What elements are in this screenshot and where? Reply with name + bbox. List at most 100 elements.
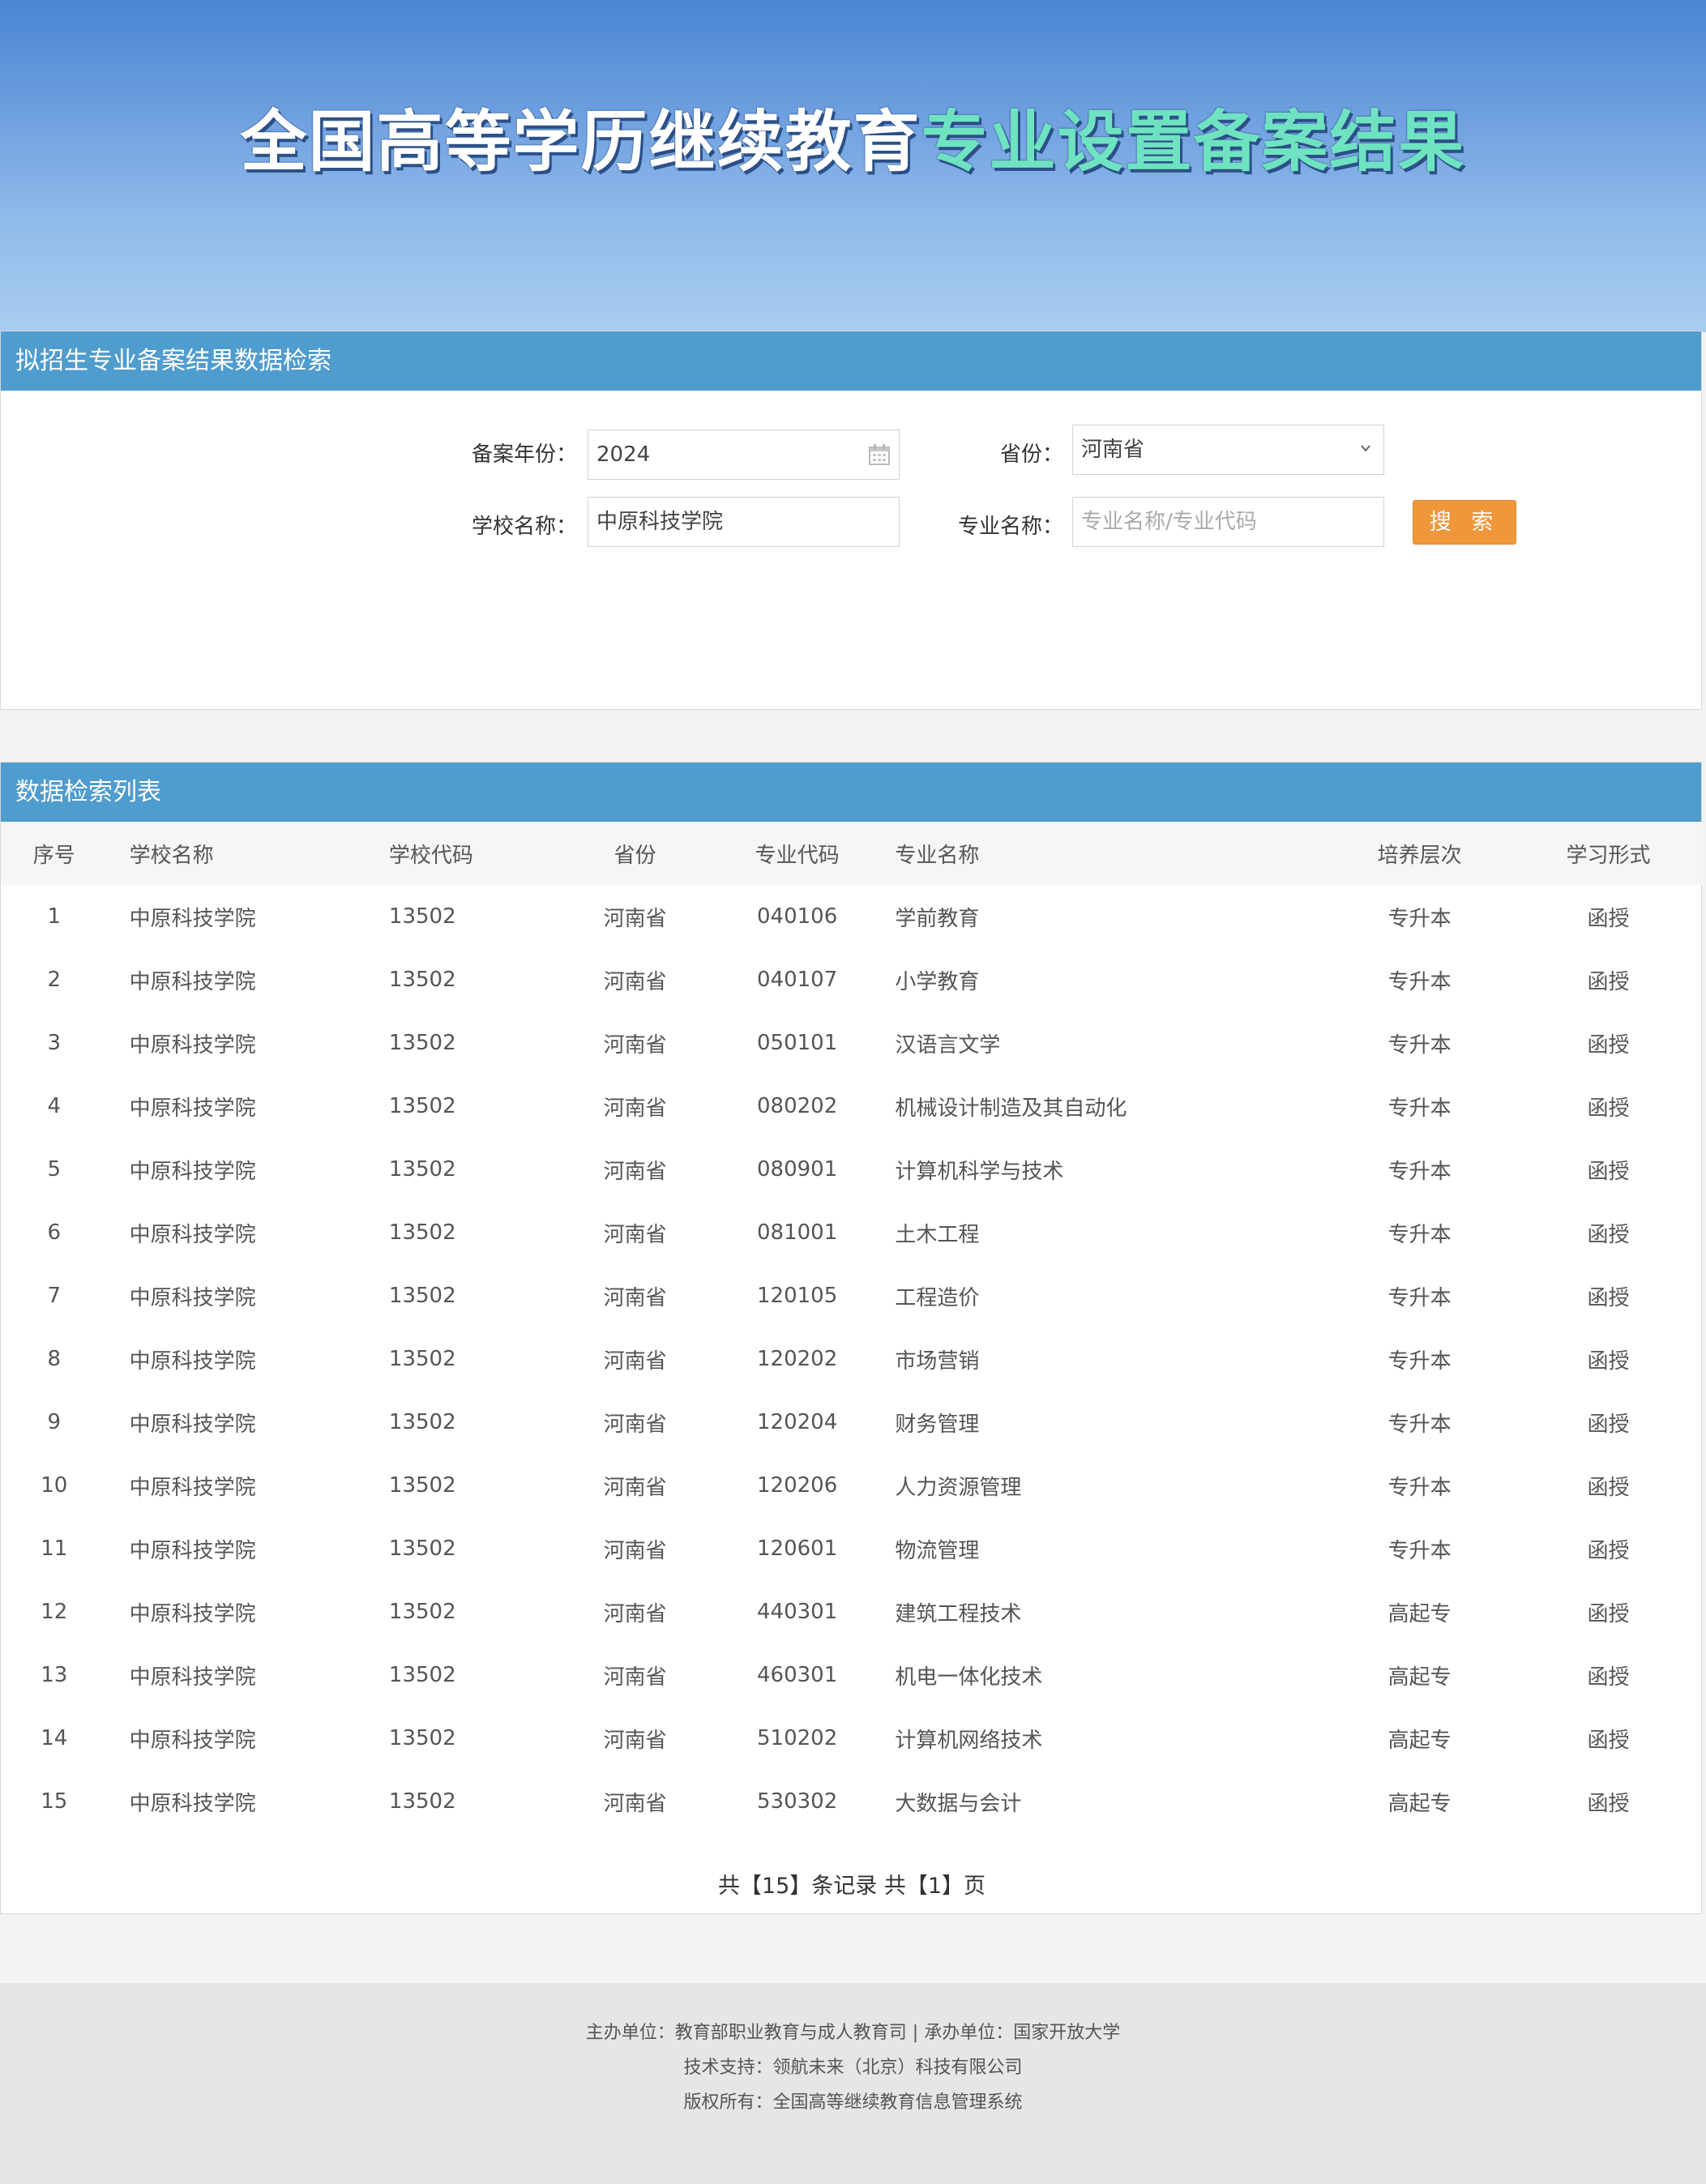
training-level-cell: 专升本 [1387,1348,1452,1374]
search-button[interactable]: 搜 索 [1413,500,1516,545]
school-name-cell: 中原科技学院 [129,1601,256,1626]
row-index-cell: 10 [41,1473,68,1498]
province-value: 河南省 [1081,438,1145,462]
school-code-cell: 13502 [388,1347,456,1371]
school-code-cell: 13502 [388,1789,456,1814]
school-name-cell: 中原科技学院 [129,1412,256,1437]
study-form-cell: 函授 [1587,1601,1630,1626]
row-index-cell: 3 [47,1031,62,1055]
row-index-cell: 7 [47,1284,62,1308]
study-form-cell: 函授 [1587,1791,1630,1816]
major-code-cell: 040107 [757,968,838,992]
col-header-study-form: 学习形式 [1514,822,1703,885]
table-row: 8 中原科技学院 13502 河南省 120202 市场营销 专升本 函授 [1,1327,1703,1391]
study-form-cell: 函授 [1587,1412,1630,1437]
table-header-row: 序号 学校名称 学校代码 省份 专业代码 专业名称 培养层次 学习形式 [1,822,1703,885]
province-select[interactable]: 河南省 [1072,425,1384,475]
training-level-cell: 高起专 [1387,1728,1452,1753]
school-name-cell: 中原科技学院 [129,1159,256,1184]
study-form-cell: 函授 [1587,1159,1630,1184]
col-header-level: 培养层次 [1325,822,1515,885]
school-name-cell: 中原科技学院 [129,1096,256,1121]
major-code-cell: 120601 [757,1536,838,1561]
table-row: 13 中原科技学院 13502 河南省 460301 机电一体化技术 高起专 函授 [1,1643,1703,1707]
province-cell: 河南省 [603,1222,667,1247]
search-panel-heading: 拟招生专业备案结果数据检索 [1,331,1701,391]
province-label: 省份： [999,442,1063,467]
row-index-cell: 8 [47,1347,62,1371]
school-name-cell: 中原科技学院 [129,906,256,931]
results-table: 序号 学校名称 学校代码 省份 专业代码 专业名称 培养层次 学习形式 1 中原科… [1,822,1703,1833]
school-code-cell: 13502 [388,1031,456,1055]
major-name-cell: 机电一体化技术 [895,1665,1043,1690]
year-field[interactable]: 2024 [588,430,900,480]
study-form-cell: 函授 [1587,1285,1630,1310]
school-label: 学校名称： [471,515,577,539]
major-code-cell: 120105 [757,1284,838,1308]
school-name-cell: 中原科技学院 [129,1222,256,1247]
major-name-cell: 建筑工程技术 [895,1601,1022,1626]
row-index-cell: 4 [47,1094,62,1118]
col-header-school-code: 学校代码 [388,822,554,885]
training-level-cell: 专升本 [1387,1538,1452,1563]
province-cell: 河南省 [603,1791,667,1816]
footer-tech-support: 技术支持：领航未来（北京）科技有限公司 [683,2058,1023,2078]
page-footer: 主办单位：教育部职业教育与成人教育司 | 承办单位：国家开放大学 技术支持：领航… [0,1983,1706,2184]
school-name-field[interactable]: 中原科技学院 [588,497,900,547]
training-level-cell: 专升本 [1387,1222,1452,1247]
province-cell: 河南省 [603,1159,667,1184]
major-name-cell: 财务管理 [895,1412,980,1437]
training-level-cell: 高起专 [1387,1601,1452,1626]
major-code-cell: 460301 [757,1663,838,1687]
study-form-cell: 函授 [1587,1538,1630,1563]
training-level-cell: 专升本 [1387,906,1452,931]
calendar-icon[interactable] [868,443,891,466]
training-level-cell: 专升本 [1387,1032,1452,1058]
training-level-cell: 专升本 [1387,1475,1452,1500]
school-code-cell: 13502 [388,1663,456,1687]
col-header-province: 省份 [553,822,717,885]
major-code-cell: 081001 [757,1220,838,1245]
major-code-cell: 050101 [757,1031,838,1055]
table-row: 14 中原科技学院 13502 河南省 510202 计算机网络技术 高起专 函授 [1,1707,1703,1770]
pagination-summary: 共【15】条记录 共【1】页 [717,1874,986,1899]
major-name-cell: 计算机网络技术 [895,1728,1043,1753]
school-code-cell: 13502 [388,968,456,992]
school-name-cell: 中原科技学院 [129,1348,256,1374]
row-index-cell: 12 [41,1600,68,1624]
study-form-cell: 函授 [1587,1475,1630,1500]
school-code-cell: 13502 [388,1600,456,1624]
study-form-cell: 函授 [1587,969,1630,994]
page-banner: 全国高等学历继续教育专业设置备案结果 [0,0,1706,332]
training-level-cell: 专升本 [1387,969,1452,994]
study-form-cell: 函授 [1587,906,1630,931]
table-row: 1 中原科技学院 13502 河南省 040106 学前教育 专升本 函授 [1,885,1703,948]
school-name-cell: 中原科技学院 [129,1538,256,1563]
table-row: 2 中原科技学院 13502 河南省 040107 小学教育 专升本 函授 [1,948,1703,1011]
school-code-cell: 13502 [388,1726,456,1750]
footer-organizers: 主办单位：教育部职业教育与成人教育司 | 承办单位：国家开放大学 [585,2023,1121,2043]
year-label: 备案年份： [471,442,577,467]
table-row: 3 中原科技学院 13502 河南省 050101 汉语言文学 专升本 函授 [1,1011,1703,1075]
school-name-cell: 中原科技学院 [129,1791,256,1816]
major-code-cell: 120202 [757,1347,838,1371]
school-code-cell: 13502 [388,1284,456,1308]
results-panel-heading: 数据检索列表 [1,763,1701,822]
school-name-cell: 中原科技学院 [129,1728,256,1753]
footer-copyright: 版权所有：全国高等继续教育信息管理系统 [683,2092,1023,2113]
row-index-cell: 2 [47,968,62,992]
major-search-input[interactable] [1072,497,1384,547]
province-cell: 河南省 [603,1096,667,1121]
major-name-cell: 计算机科学与技术 [895,1159,1064,1184]
major-name-cell: 小学教育 [895,969,980,994]
major-name-cell: 学前教育 [895,906,980,931]
row-index-cell: 6 [47,1220,62,1245]
major-code-cell: 120204 [757,1410,838,1434]
major-name-cell: 市场营销 [895,1348,980,1374]
table-row: 7 中原科技学院 13502 河南省 120105 工程造价 专升本 函授 [1,1264,1703,1327]
province-cell: 河南省 [603,906,667,931]
school-name-cell: 中原科技学院 [129,1285,256,1310]
page-title: 全国高等学历继续教育专业设置备案结果 [0,88,1706,184]
row-index-cell: 9 [47,1410,62,1434]
major-name-cell: 工程造价 [895,1285,980,1310]
